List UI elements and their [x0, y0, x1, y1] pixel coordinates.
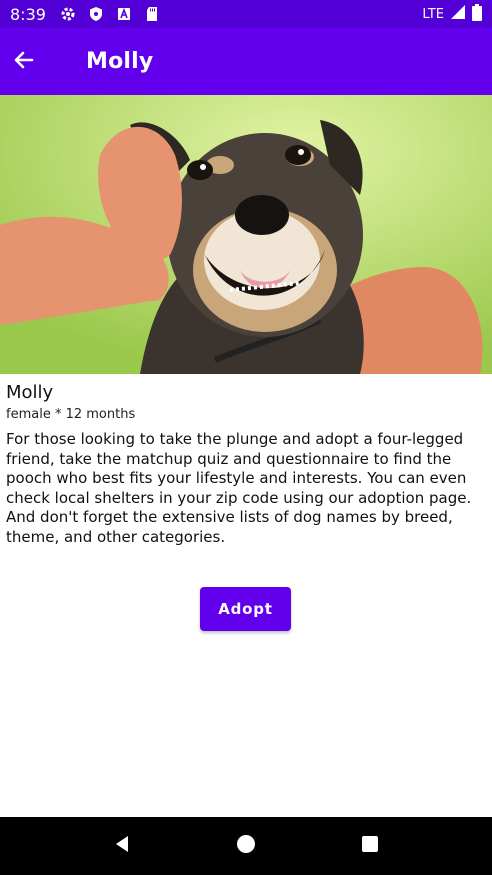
pet-description: For those looking to take the plunge and… — [6, 430, 472, 546]
status-right: LTE — [422, 3, 482, 25]
back-button[interactable] — [4, 42, 44, 82]
network-label: LTE — [422, 6, 444, 22]
page-title: Molly — [86, 49, 154, 74]
text-icon — [116, 6, 132, 22]
battery-icon — [472, 3, 482, 25]
status-icons — [60, 6, 160, 22]
nav-recents-button[interactable] — [350, 826, 390, 866]
system-nav-bar — [0, 817, 492, 875]
pet-meta: female * 12 months — [6, 407, 136, 422]
status-time: 8:39 — [10, 4, 46, 24]
signal-icon — [450, 4, 466, 24]
nav-home-button[interactable] — [226, 826, 266, 866]
sd-card-icon — [144, 6, 160, 22]
pet-photo-illustration — [0, 95, 492, 374]
nav-back-button[interactable] — [102, 826, 142, 866]
circle-home-icon — [236, 834, 256, 858]
pet-name: Molly — [6, 382, 54, 403]
pet-details: Molly female * 12 months For those looki… — [6, 382, 486, 547]
status-bar: 8:39 LTE — [0, 0, 492, 28]
shield-icon — [88, 6, 104, 22]
pet-photo — [0, 95, 492, 374]
square-recents-icon — [360, 834, 380, 858]
gear-icon — [60, 6, 76, 22]
adopt-button[interactable]: Adopt — [200, 587, 291, 631]
arrow-left-icon — [12, 48, 36, 76]
app-bar: Molly — [0, 28, 492, 95]
triangle-back-icon — [112, 834, 132, 858]
